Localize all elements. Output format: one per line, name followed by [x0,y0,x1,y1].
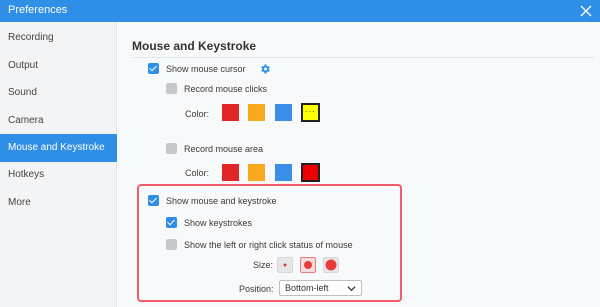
clicks-color-swatch-custom[interactable]: ··· [301,103,320,122]
size-medium-dot [304,261,312,269]
close-icon[interactable] [578,3,594,19]
sidebar-item-recording[interactable]: Recording [0,24,117,52]
size-medium-button[interactable] [300,257,316,273]
sidebar: Recording Output Sound Camera Mouse and … [0,22,117,307]
more-colors-icon: ··· [305,167,316,176]
show-mouse-cursor-checkbox[interactable] [148,63,159,74]
show-keystrokes-label: Show keystrokes [184,218,253,228]
position-value: Bottom-left [285,283,329,293]
position-select[interactable]: Bottom-left [279,280,362,296]
show-click-status-label: Show the left or right click status of m… [184,240,353,250]
section-divider [132,57,594,58]
position-label: Position: [239,284,274,294]
record-mouse-area-label: Record mouse area [184,144,264,154]
window-title: Preferences [8,4,68,16]
area-color-label: Color: [185,168,210,178]
record-mouse-clicks-label: Record mouse clicks [184,84,268,94]
area-color-swatch-custom[interactable]: ··· [301,163,320,182]
size-small-dot [283,263,287,267]
show-click-status-checkbox[interactable] [166,239,177,250]
size-large-dot [325,259,337,271]
clicks-color-swatch-red[interactable] [222,104,239,121]
clicks-color-label: Color: [185,109,210,119]
sidebar-item-mouse-and-keystroke[interactable]: Mouse and Keystroke [0,134,117,162]
area-color-swatch-red[interactable] [222,164,239,181]
clicks-color-swatch-blue[interactable] [275,104,292,121]
sidebar-item-camera[interactable]: Camera [0,107,117,135]
gear-icon[interactable] [259,63,271,75]
show-mouse-and-keystroke-label: Show mouse and keystroke [166,196,277,206]
area-color-swatch-orange[interactable] [248,164,265,181]
title-bar: Preferences [0,0,600,22]
area-color-swatch-blue[interactable] [275,164,292,181]
size-label: Size: [253,260,274,270]
show-mouse-and-keystroke-checkbox[interactable] [148,195,159,206]
record-mouse-clicks-checkbox[interactable] [166,83,177,94]
record-mouse-area-checkbox[interactable] [166,143,177,154]
size-small-button[interactable] [277,257,293,273]
show-keystrokes-checkbox[interactable] [166,217,177,228]
sidebar-item-output[interactable]: Output [0,52,117,80]
more-colors-icon: ··· [305,107,316,116]
chevron-down-icon [347,286,356,292]
section-title: Mouse and Keystroke [132,39,257,53]
sidebar-item-sound[interactable]: Sound [0,79,117,107]
sidebar-item-hotkeys[interactable]: Hotkeys [0,161,117,189]
show-mouse-cursor-label: Show mouse cursor [166,64,246,74]
clicks-color-swatch-orange[interactable] [248,104,265,121]
size-large-button[interactable] [323,257,339,273]
sidebar-item-more[interactable]: More [0,189,117,217]
